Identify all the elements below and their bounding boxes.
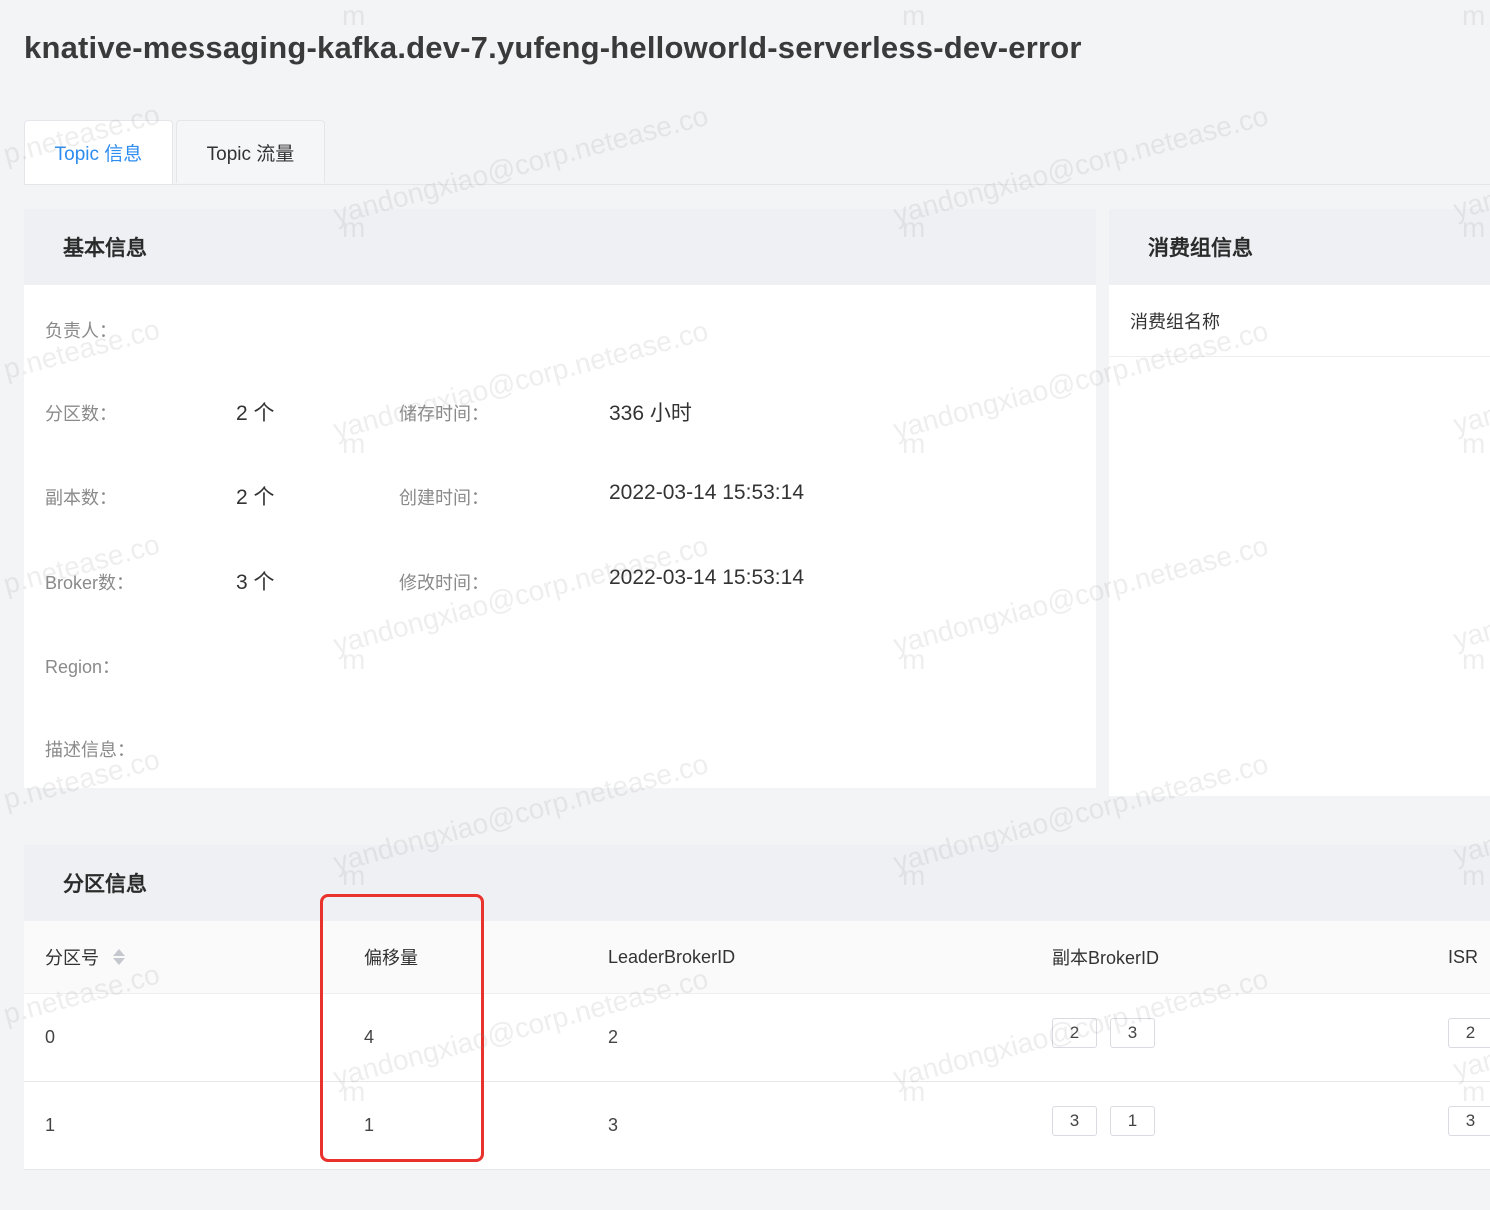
column-isr: ISR — [1448, 946, 1479, 967]
cell-replica-broker-ids: 3 1 — [1052, 1082, 1168, 1169]
tab-bar: Topic 信息 Topic 流量 — [24, 120, 1490, 185]
consumer-group-title: 消费组信息 — [1109, 209, 1490, 285]
tab-topic-info[interactable]: Topic 信息 — [24, 120, 173, 184]
cell-partition-id: 1 — [45, 1115, 56, 1135]
owner-label: 负责人： — [45, 321, 117, 341]
broker-tag: 2 — [1448, 1017, 1490, 1048]
broker-tag: 3 — [1448, 1105, 1490, 1136]
broker-tag: 3 — [1052, 1105, 1097, 1136]
tab-topic-traffic[interactable]: Topic 流量 — [176, 120, 325, 183]
basic-info-title: 基本信息 — [24, 209, 1096, 285]
table-row: 0 4 2 2 3 2 — [24, 994, 1490, 1082]
replicas-label: 副本数： — [45, 488, 117, 508]
cell-replica-broker-ids: 2 3 — [1052, 994, 1168, 1081]
column-replica-broker-id: 副本BrokerID — [1052, 948, 1160, 968]
modified-value: 2022-03-14 15:53:14 — [609, 566, 804, 589]
replicas-value: 2 个 — [236, 486, 275, 509]
watermark: m — [902, 0, 926, 31]
partition-info-title: 分区信息 — [24, 845, 1490, 921]
broker-tag: 3 — [1110, 1017, 1155, 1048]
watermark: m — [342, 0, 366, 31]
retention-label: 储存时间： — [399, 404, 489, 424]
created-label: 创建时间： — [399, 488, 489, 508]
basic-info-card: 基本信息 负责人： 分区数： 2 个 储存时间： 336 小时 副本数： 2 个… — [24, 209, 1096, 788]
watermark: m — [1462, 0, 1486, 31]
broker-tag: 1 — [1110, 1105, 1155, 1136]
partitions-value: 2 个 — [236, 402, 275, 425]
broker-tag: 2 — [1052, 1017, 1097, 1048]
column-partition-id-label: 分区号 — [45, 948, 99, 968]
cell-partition-id: 0 — [45, 1027, 56, 1047]
partition-table-header: 分区号 偏移量 LeaderBrokerID 副本BrokerID ISR — [24, 921, 1490, 994]
partitions-label: 分区数： — [45, 404, 117, 424]
created-value: 2022-03-14 15:53:14 — [609, 481, 804, 504]
description-label: 描述信息： — [45, 740, 135, 760]
cell-leader-broker-id: 2 — [608, 1027, 619, 1047]
cell-isr: 2 — [1448, 994, 1490, 1081]
table-row: 1 1 3 3 1 3 — [24, 1082, 1490, 1170]
brokers-label: Broker数： — [45, 573, 135, 593]
cell-isr: 3 — [1448, 1082, 1490, 1169]
cell-leader-broker-id: 3 — [608, 1115, 619, 1135]
region-label: Region： — [45, 657, 121, 677]
partition-info-card: 分区信息 分区号 偏移量 LeaderBrokerID 副本BrokerID I… — [24, 845, 1490, 1170]
modified-label: 修改时间： — [399, 573, 489, 593]
sort-icon[interactable] — [113, 949, 125, 965]
annotation-highlight-box — [320, 894, 484, 1162]
brokers-value: 3 个 — [236, 571, 275, 594]
column-leader-broker-id: LeaderBrokerID — [608, 946, 736, 967]
consumer-group-name-header: 消费组名称 — [1109, 285, 1490, 357]
retention-value: 336 小时 — [609, 402, 692, 425]
column-partition-id[interactable]: 分区号 — [45, 921, 125, 993]
page-title: knative-messaging-kafka.dev-7.yufeng-hel… — [24, 30, 1082, 65]
consumer-group-card: 消费组信息 消费组名称 — [1109, 209, 1490, 796]
